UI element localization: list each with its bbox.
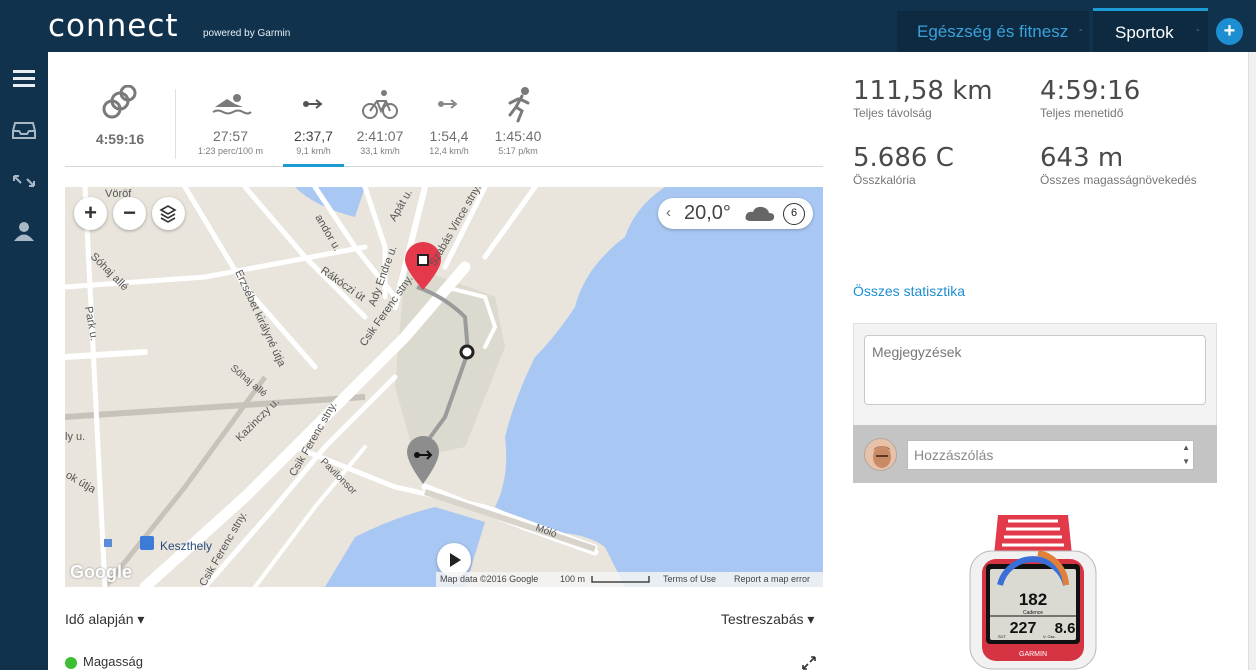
multisport-rings-icon: [102, 84, 137, 119]
tab-sports-label: Sportok: [1115, 23, 1174, 42]
tab-health-fitness[interactable]: Egészség és fitnesz: [897, 11, 1089, 52]
street-label: Erzsébet királyné útja: [232, 268, 288, 369]
swim-icon: [212, 94, 252, 115]
expand-icon[interactable]: [802, 656, 816, 670]
time-basis-dropdown[interactable]: Idő alapján ▾: [65, 611, 144, 628]
zoom-in-button[interactable]: +: [74, 197, 107, 230]
notes-textarea[interactable]: Megjegyzések: [864, 335, 1206, 405]
watch-right-value: 8.6: [1055, 620, 1076, 637]
app-logo[interactable]: connect: [48, 8, 179, 44]
spinner-down-icon[interactable]: ▼: [1182, 457, 1190, 466]
street-label: Szabás Vince stny.: [427, 187, 484, 269]
elevation-gain-value: 643 m: [1040, 143, 1124, 173]
transition-icon: [438, 99, 458, 109]
street-label: Apát u.: [387, 187, 415, 223]
total-calories-value: 5.686 C: [853, 143, 954, 173]
scale-bar: [591, 576, 650, 583]
menu-icon[interactable]: [11, 68, 37, 90]
watch-top-label: Cadence: [1023, 610, 1043, 616]
split-pace: 1:23 perc/100 m: [197, 146, 264, 156]
zoom-out-button[interactable]: −: [113, 197, 146, 230]
total-time-value: 4:59:16: [1040, 76, 1141, 106]
chevron-left-icon[interactable]: ‹: [666, 204, 671, 221]
split-time: 1:45:40: [494, 128, 542, 144]
watch-right-label: V. Osz.: [1043, 634, 1056, 639]
avatar: [864, 438, 897, 471]
inbox-icon[interactable]: [11, 119, 37, 141]
split-bike[interactable]: 2:41:07 33,1 km/h: [350, 85, 410, 156]
map-data-credit: Map data ©2016 Google: [440, 574, 539, 584]
wind-indicator: 6: [783, 203, 805, 225]
elevation-label[interactable]: Magasság: [83, 654, 143, 669]
tab-sports[interactable]: Sportok: [1093, 8, 1208, 52]
watch-left-value: 227: [1010, 620, 1037, 637]
total-distance-value: 111,58 km: [853, 76, 993, 106]
top-bar: connect powered by Garmin Egészség és fi…: [0, 0, 1256, 52]
transition-icon: [303, 99, 323, 109]
left-sidebar: [0, 52, 48, 670]
watch-top-value: 182: [1019, 590, 1047, 609]
spinner-up-icon[interactable]: ▲: [1182, 443, 1190, 452]
split-time: 1:54,4: [429, 128, 469, 144]
total-distance-label: Teljes távolság: [853, 106, 932, 120]
activity-splits: 4:59:16 27:57 1:23 perc/100 m 2:37,7 9,1…: [65, 84, 823, 167]
user-icon[interactable]: [11, 220, 37, 242]
map-footer: Map data ©2016 Google 100 m Terms of Use…: [436, 572, 823, 587]
device-watch-image: 182 Cadence 227 8.6 SCT V. Osz. GARMIN: [969, 515, 1097, 670]
split-time: 2:41:07: [356, 128, 404, 144]
bike-icon: [362, 90, 398, 119]
map-canvas[interactable]: Vöröf andor u. Apát u. Ady Endre u. Szab…: [65, 187, 823, 587]
weather-widget[interactable]: ‹ 20,0° 6: [658, 198, 813, 229]
split-time: 27:57: [212, 128, 249, 144]
cloud-icon: [745, 206, 775, 221]
arrows-icon[interactable]: [11, 170, 37, 192]
split-speed: 33,1 km/h: [360, 146, 400, 156]
activity-map[interactable]: Vöröf andor u. Apát u. Ady Endre u. Szab…: [65, 187, 823, 587]
comment-input[interactable]: Hozzászólás ▲ ▼: [907, 440, 1194, 470]
google-logo: Google: [70, 562, 132, 582]
street-label: Park u.: [82, 305, 100, 341]
tab-separator: -: [1196, 24, 1200, 36]
split-swim[interactable]: 27:57 1:23 perc/100 m: [193, 85, 268, 156]
all-stats-link[interactable]: Összes statisztika: [853, 283, 965, 299]
layers-button[interactable]: [152, 197, 185, 230]
tab-separator: -: [1079, 24, 1083, 36]
elevation-legend-dot: [65, 657, 77, 669]
split-time: 4:59:16: [95, 131, 145, 147]
scrollbar[interactable]: [1248, 52, 1256, 670]
split-time: 2:37,7: [294, 128, 333, 144]
run-icon: [508, 87, 530, 123]
split-transition-1[interactable]: 2:37,7 9,1 km/h: [283, 85, 344, 167]
customize-dropdown[interactable]: Testreszabás ▾: [721, 611, 814, 628]
terms-link[interactable]: Terms of Use: [663, 574, 716, 584]
report-error-link[interactable]: Report a map error: [734, 574, 810, 584]
street-label: ok útja: [65, 469, 98, 496]
elevation-gain-label: Összes magasságnövekedés: [1040, 173, 1197, 187]
map-scale: 100 m: [560, 574, 586, 584]
total-time-label: Teljes menetidő: [1040, 106, 1124, 120]
weather-temperature: 20,0°: [684, 202, 731, 224]
comment-placeholder: Hozzászólás: [914, 447, 994, 463]
watch-brand: GARMIN: [1019, 651, 1047, 658]
split-divider: [175, 89, 176, 159]
split-run[interactable]: 1:45:40 5:17 p/km: [488, 85, 548, 156]
tab-health-fitness-label: Egészség és fitnesz: [917, 22, 1069, 41]
watch-left-label: SCT: [998, 634, 1007, 639]
split-pace: 5:17 p/km: [498, 146, 538, 156]
street-label: Keszthely: [160, 539, 212, 553]
layers-icon: [159, 205, 177, 223]
street-label: ly u.: [65, 431, 85, 443]
split-speed: 9,1 km/h: [296, 146, 331, 156]
logo-subtitle: powered by Garmin: [203, 28, 291, 39]
add-button[interactable]: +: [1216, 18, 1243, 45]
notes-placeholder: Megjegyzések: [872, 344, 962, 360]
split-transition-2[interactable]: 1:54,4 12,4 km/h: [422, 85, 476, 156]
total-calories-label: Összkalória: [853, 173, 916, 187]
split-speed: 12,4 km/h: [429, 146, 469, 156]
split-total[interactable]: 4:59:16: [65, 84, 175, 147]
